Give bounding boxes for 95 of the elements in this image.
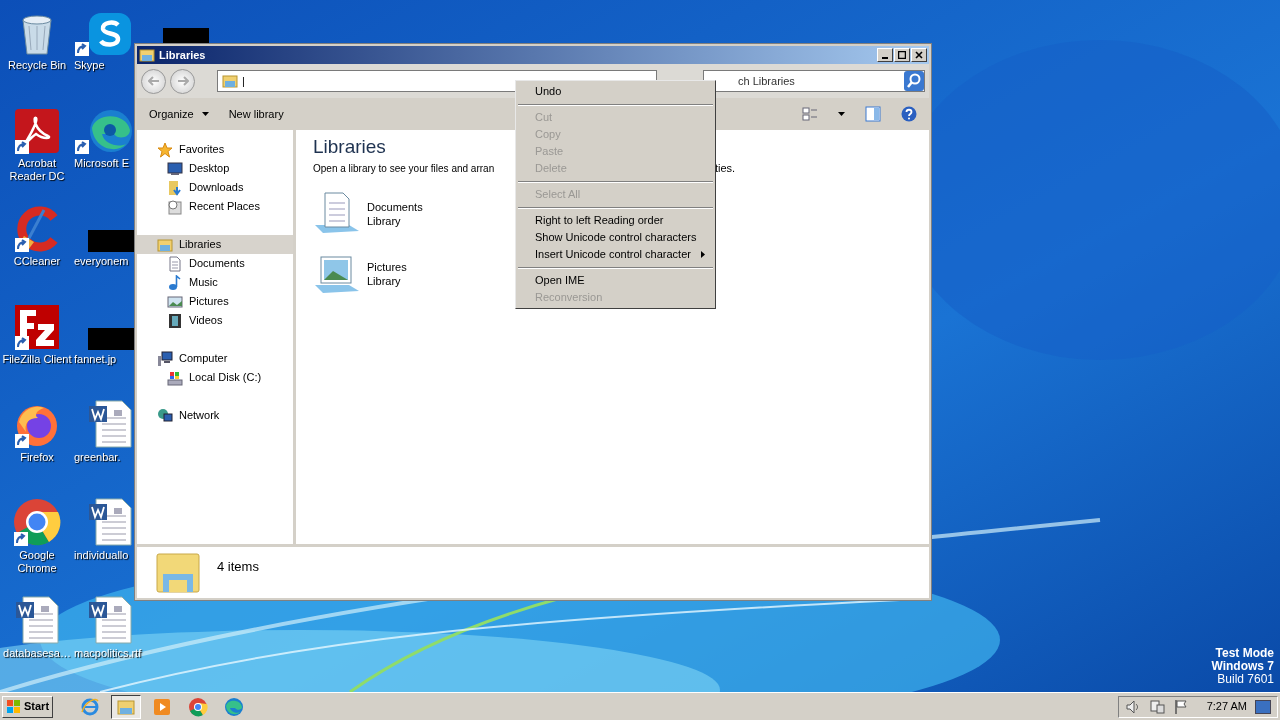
nav-item[interactable]: Libraries — [137, 235, 293, 254]
help-icon[interactable] — [901, 106, 917, 122]
desktop-icon-label[interactable]: Microsoft E — [74, 157, 129, 170]
word-document-icon — [88, 596, 132, 644]
search-icon[interactable] — [904, 71, 924, 91]
taskbar-app[interactable] — [111, 694, 142, 719]
nav-item[interactable]: Downloads — [137, 178, 293, 197]
library-icon — [222, 73, 238, 89]
window-title: Libraries — [159, 47, 207, 63]
document-icon — [167, 255, 183, 272]
forward-arrow-icon — [176, 76, 189, 86]
filezilla-icon — [14, 304, 60, 350]
library-item[interactable]: Pictures Library — [313, 250, 407, 297]
view-options-icon[interactable] — [802, 106, 818, 122]
library-icon — [157, 236, 173, 253]
word-document-icon — [88, 498, 132, 546]
speaker-icon[interactable] — [1124, 698, 1141, 715]
nav-item[interactable]: Pictures — [137, 292, 293, 311]
description-text: ties. — [715, 161, 736, 176]
nav-item[interactable]: Recent Places — [137, 197, 293, 216]
menu-item[interactable]: Insert Unicode control character — [518, 246, 713, 263]
desktop-icon-label[interactable]: everyonem — [74, 255, 129, 268]
chrome-icon — [13, 498, 61, 546]
nav-item[interactable]: Videos — [137, 311, 293, 330]
menu-item[interactable]: Right to left Reading order — [518, 212, 713, 229]
desktop-icon-label[interactable]: greenbar. — [74, 451, 121, 464]
word-document-icon — [88, 400, 132, 448]
search-field[interactable]: ch Libraries — [703, 70, 925, 92]
desktop-icon-label[interactable]: individuallo — [74, 549, 129, 562]
edge-icon[interactable] — [224, 696, 245, 717]
acrobat-icon — [14, 108, 60, 154]
monitor-icon — [167, 160, 183, 177]
desktop-icon-label[interactable]: Firefox — [0, 451, 74, 464]
nav-item[interactable]: Favorites — [137, 140, 293, 159]
picture-icon — [167, 293, 183, 310]
content-heading: Libraries — [313, 135, 386, 159]
minimize-button[interactable] — [877, 48, 893, 62]
nav-item[interactable]: Local Disk (C:) — [137, 368, 293, 387]
internet-explorer-icon[interactable] — [80, 696, 101, 717]
item-count: 4 items — [217, 558, 259, 576]
redaction-block — [163, 28, 209, 44]
toolbar-button[interactable]: Organize — [149, 102, 209, 126]
caret-icon[interactable] — [838, 112, 845, 116]
word-document-icon — [15, 596, 59, 644]
chrome-icon[interactable] — [188, 696, 209, 717]
desktop-icon-label[interactable]: Skype — [74, 59, 105, 72]
nav-item[interactable]: Network — [137, 406, 293, 425]
desktop-icon-label[interactable]: FileZilla Client — [0, 353, 74, 366]
folder-icon — [155, 550, 201, 594]
nav-item[interactable]: Documents — [137, 254, 293, 273]
maximize-icon — [898, 51, 906, 59]
description-text: Open a library to see your files and arran — [313, 161, 496, 176]
computer-icon — [157, 350, 173, 367]
disk-drive-icon — [167, 369, 183, 386]
edge-icon — [88, 108, 134, 154]
desktop-icon-label[interactable]: Acrobat Reader DC — [0, 157, 74, 183]
redacted-icon — [88, 328, 135, 350]
close-button[interactable] — [911, 48, 927, 62]
forward-button[interactable] — [170, 68, 195, 94]
network-icon[interactable] — [1148, 698, 1165, 715]
network-icon — [157, 407, 173, 424]
redacted-icon — [88, 230, 135, 252]
film-icon — [167, 312, 183, 329]
desktop-icon-label[interactable]: Google Chrome — [0, 549, 74, 575]
music-note-icon — [167, 274, 183, 291]
windows-logo-icon — [6, 699, 22, 714]
flag-icon[interactable] — [1172, 698, 1189, 715]
menu-item[interactable]: Open IME — [518, 272, 713, 289]
desktop-icon-label[interactable]: Recycle Bin — [0, 59, 74, 72]
library-item[interactable]: Documents Library — [313, 190, 423, 237]
skype-icon — [88, 12, 132, 56]
recent-places-icon — [167, 198, 183, 215]
library-icon — [139, 47, 155, 63]
back-button[interactable] — [141, 68, 166, 94]
star-icon — [157, 141, 173, 158]
toolbar-button[interactable]: New library — [228, 102, 284, 126]
nav-item[interactable]: Music — [137, 273, 293, 292]
os-notice-text: Test Mode — [1215, 647, 1274, 660]
show-desktop-icon[interactable] — [1255, 699, 1271, 714]
menu-item[interactable]: Show Unicode control characters — [518, 229, 713, 246]
download-folder-icon — [167, 179, 183, 196]
os-notice-text: Windows 7 — [1211, 660, 1274, 673]
preview-pane-icon[interactable] — [865, 106, 881, 122]
os-notice-text: Build 7601 — [1217, 673, 1274, 686]
maximize-button[interactable] — [894, 48, 910, 62]
desktop-icon-label[interactable]: CCleaner — [0, 255, 74, 268]
start-button[interactable]: Start — [2, 695, 54, 718]
media-player-icon[interactable] — [152, 696, 173, 717]
back-arrow-icon — [147, 76, 160, 86]
nav-item[interactable]: Computer — [137, 349, 293, 368]
clock[interactable]: 7:27 AM — [1206, 698, 1247, 715]
nav-item[interactable]: Desktop — [137, 159, 293, 178]
desktop-icon-label[interactable]: fannet.jp — [74, 353, 117, 366]
ccleaner-icon — [14, 206, 60, 252]
close-icon — [915, 51, 923, 59]
